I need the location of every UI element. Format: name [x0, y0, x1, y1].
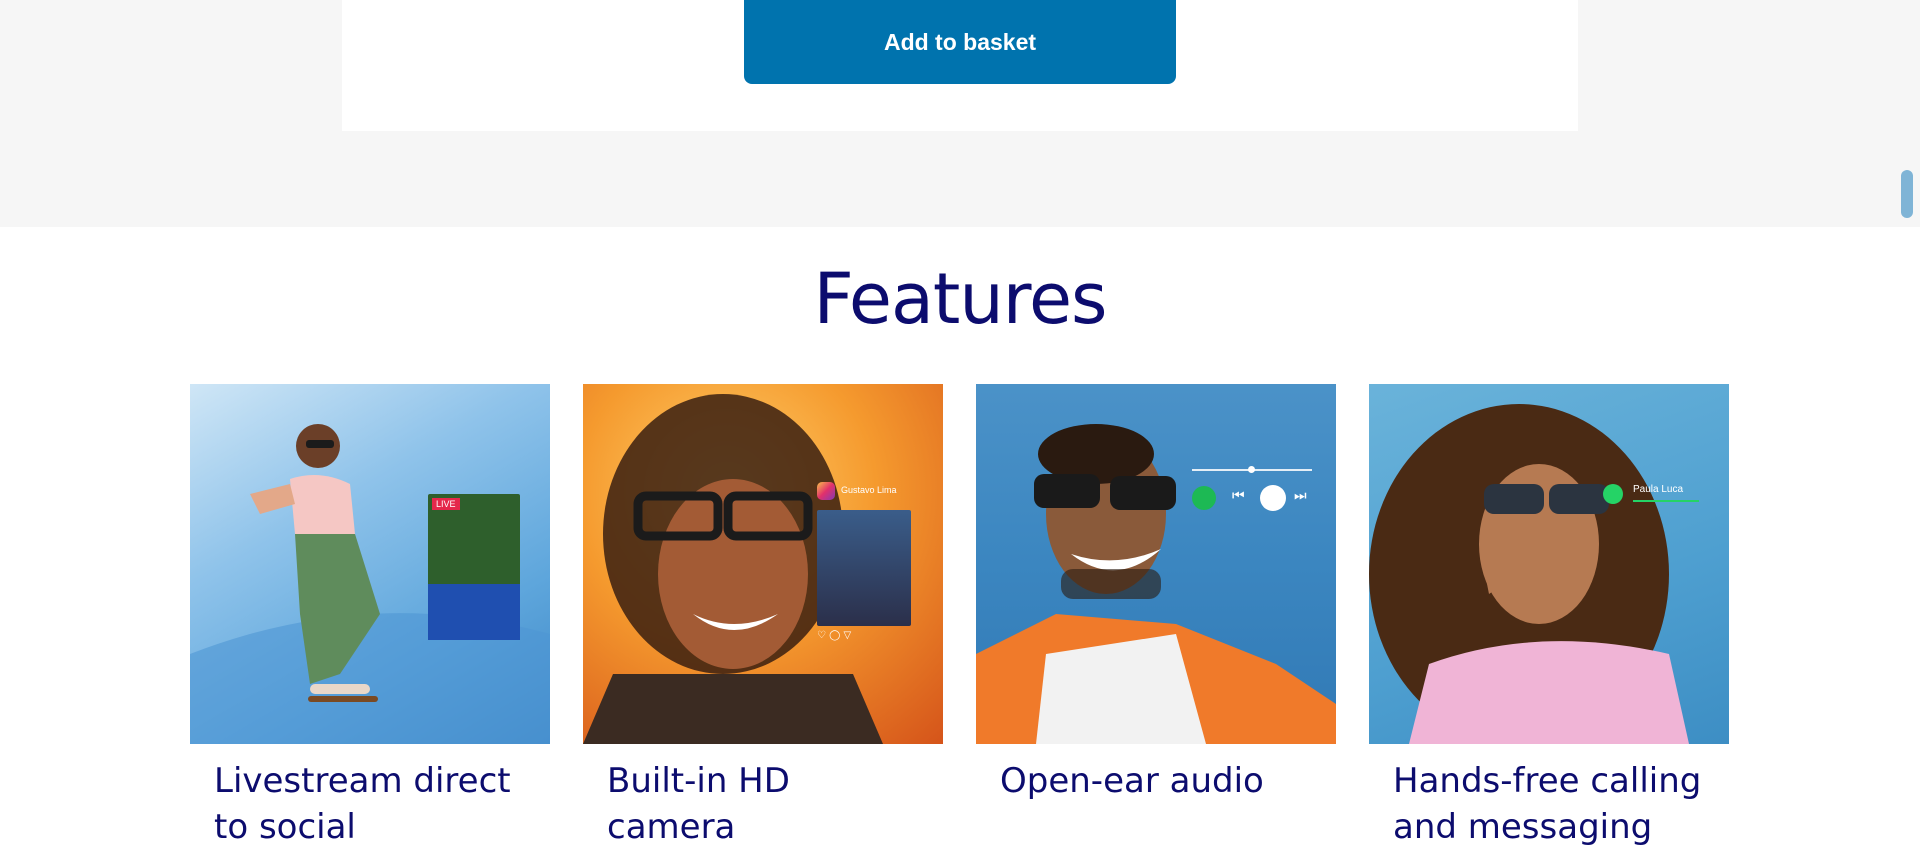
audio-progress-handle: [1248, 466, 1255, 473]
feature-caption: Hands-free calling and messaging: [1393, 761, 1702, 847]
scrollbar-thumb[interactable]: [1901, 170, 1913, 218]
live-badge: LIVE: [432, 498, 460, 510]
feature-caption: Open-ear audio: [1000, 761, 1264, 801]
spotify-icon: [1192, 486, 1216, 510]
call-indicator-bar: [1633, 500, 1699, 502]
feature-caption: Built-in HD camera: [607, 761, 790, 847]
previous-track-icon: ⏮: [1232, 488, 1245, 504]
feature-caption: Livestream direct to social: [214, 761, 511, 847]
feature-image-camera: Gustavo Lima ♡ ◯ ▽: [583, 384, 943, 744]
feature-card-camera[interactable]: Gustavo Lima ♡ ◯ ▽ Built-in HD camera: [583, 384, 943, 847]
caller-name: Paula Luca: [1633, 484, 1684, 495]
post-actions-icons: ♡ ◯ ▽: [817, 630, 852, 641]
feature-card-audio[interactable]: ⏮ ⏭ Open-ear audio: [976, 384, 1336, 801]
feature-card-livestream[interactable]: LIVE Livestream direct to social: [190, 384, 550, 847]
instagram-icon: [817, 482, 835, 500]
add-to-basket-button[interactable]: Add to basket: [744, 0, 1176, 84]
next-track-icon: ⏭: [1294, 488, 1307, 504]
feature-image-calling: Paula Luca: [1369, 384, 1729, 744]
pause-icon: [1260, 485, 1286, 511]
whatsapp-icon: [1603, 484, 1623, 504]
camera-post-overlay: [817, 510, 911, 626]
feature-image-audio: ⏮ ⏭: [976, 384, 1336, 744]
feature-image-livestream: LIVE: [190, 384, 550, 744]
feature-card-calling[interactable]: Paula Luca Hands-free calling and messag…: [1369, 384, 1729, 847]
overlay-username: Gustavo Lima: [841, 485, 897, 495]
livestream-overlay: LIVE: [428, 494, 520, 640]
features-heading: Features: [813, 258, 1108, 340]
